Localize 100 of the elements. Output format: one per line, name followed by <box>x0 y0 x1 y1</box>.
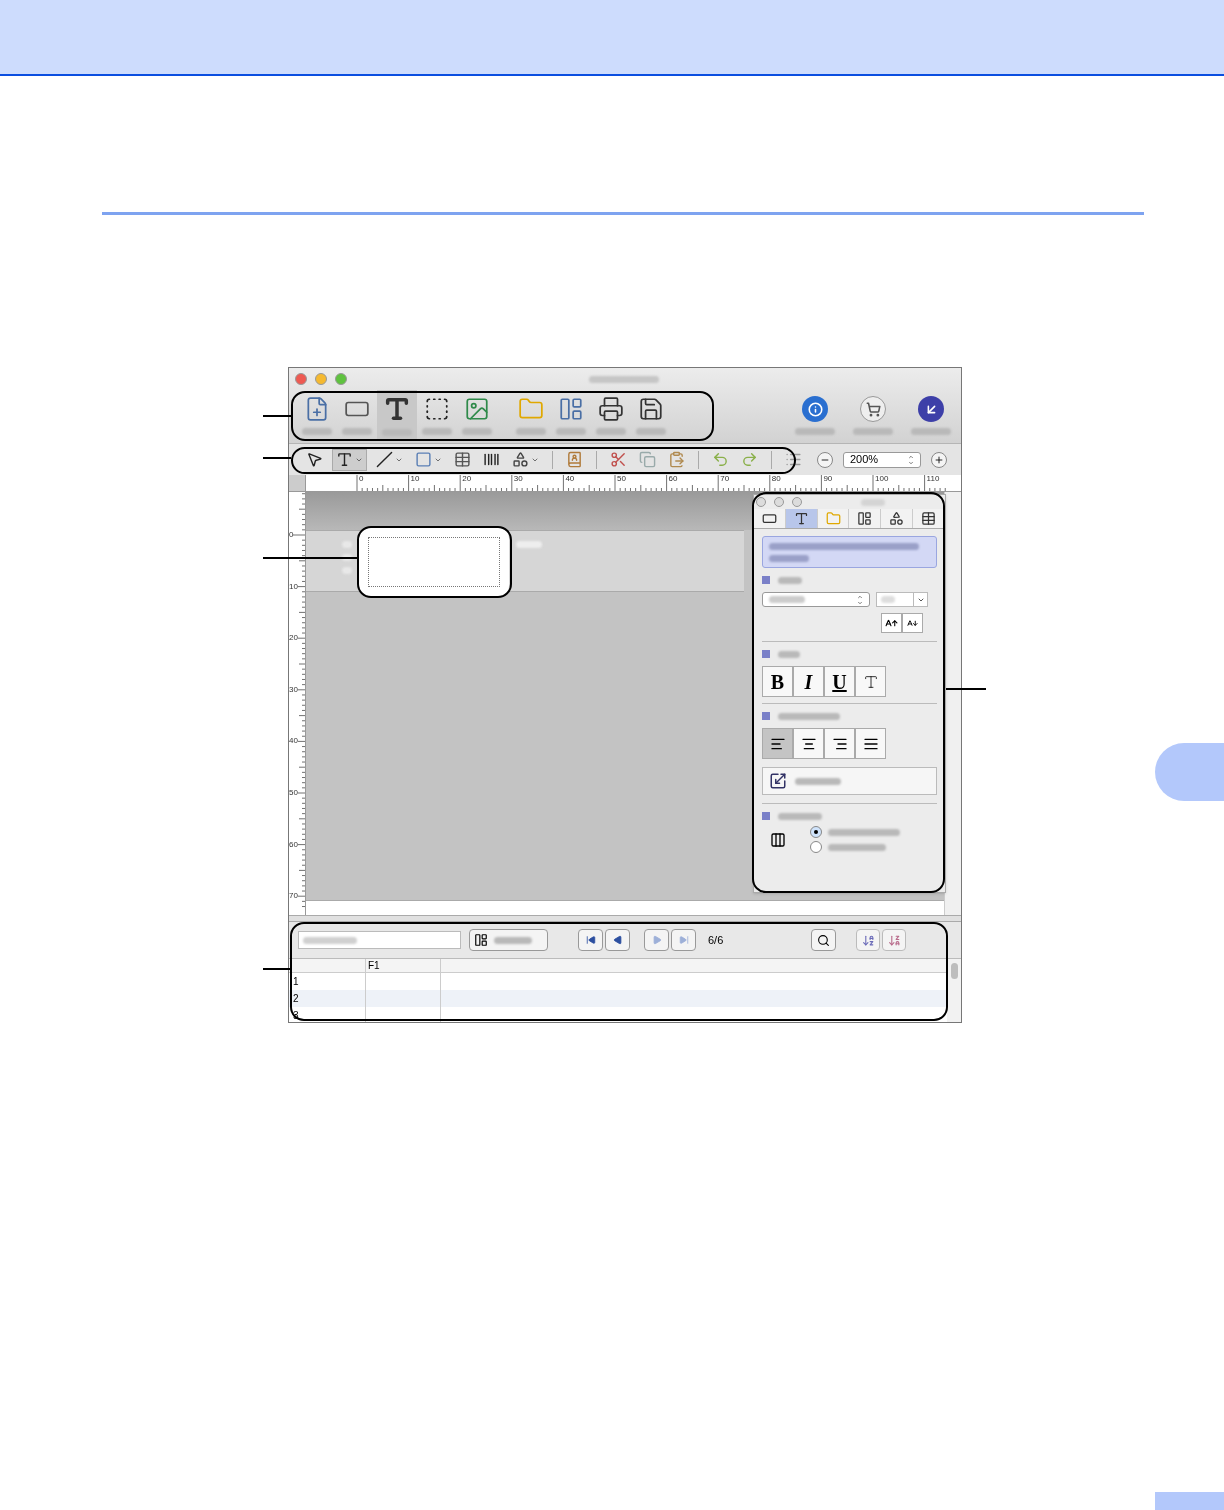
chevron-up-icon <box>857 593 863 600</box>
text-position-button[interactable] <box>793 728 824 759</box>
ruler-number: 110 <box>926 475 940 483</box>
ruler-number: 10 <box>410 475 420 483</box>
ruler-number: 0 <box>289 531 294 539</box>
sort-descending-button[interactable] <box>882 929 907 951</box>
blurred-label <box>302 428 332 435</box>
blurred-label <box>769 596 805 603</box>
blurred-label <box>828 843 886 851</box>
file-plus-icon <box>304 396 330 422</box>
list-icon <box>785 451 802 468</box>
image-icon <box>464 396 490 422</box>
record-nav-button[interactable] <box>605 929 630 951</box>
add-fields-button[interactable] <box>469 929 548 951</box>
record-nav-button[interactable] <box>578 929 603 951</box>
skip-back-icon <box>585 935 596 945</box>
text-position-button[interactable] <box>855 728 886 759</box>
ruler-number: 30 <box>289 685 298 694</box>
inspector-tab[interactable] <box>913 509 945 528</box>
blurred-label <box>778 650 800 658</box>
blurred-label <box>911 428 951 435</box>
info-icon <box>802 396 828 422</box>
ruler-number: 10 <box>289 582 298 591</box>
font-select[interactable] <box>762 592 870 607</box>
ruler-number: 50 <box>617 475 626 483</box>
column-header: F1 <box>366 959 441 972</box>
blurred-label <box>556 428 586 435</box>
blurred-label <box>778 576 802 584</box>
sort-ascending-button[interactable] <box>856 929 881 951</box>
blurred-label <box>881 596 895 603</box>
inspector-tab[interactable] <box>754 509 786 528</box>
undo-icon <box>712 451 729 468</box>
chevron-down-icon <box>908 459 914 466</box>
text-icon <box>383 395 411 423</box>
search-button[interactable] <box>811 929 837 951</box>
leader-line <box>263 968 291 970</box>
ruler-number: 40 <box>565 475 575 483</box>
text-icon <box>336 451 353 468</box>
outline-style-button[interactable] <box>855 666 886 697</box>
window-control-button[interactable] <box>295 373 307 385</box>
search-icon <box>817 933 831 947</box>
blurred-label <box>853 428 893 435</box>
zoom-out-button[interactable] <box>817 451 833 468</box>
chevron-up-icon <box>908 453 914 460</box>
radio-button[interactable] <box>810 826 822 838</box>
ruler-number: 50 <box>289 789 298 797</box>
record-count: 6/6 <box>708 932 724 948</box>
folder-icon <box>518 396 544 422</box>
file-field[interactable] <box>298 931 461 949</box>
shapes-icon <box>889 511 905 526</box>
ruler-number: 0 <box>359 475 364 483</box>
section-marker <box>762 576 770 584</box>
size-mode-button[interactable] <box>762 767 937 795</box>
blurred-label <box>778 712 840 720</box>
printer-icon <box>598 396 624 422</box>
resize-icon <box>769 772 787 790</box>
pointer-icon <box>306 451 323 468</box>
shrink-font-button[interactable] <box>902 613 923 633</box>
blurred-label <box>769 554 809 562</box>
ruler-number: 60 <box>668 475 678 483</box>
inspector-tab[interactable] <box>849 509 882 528</box>
play-back-icon <box>612 935 623 945</box>
plus-icon <box>934 454 944 465</box>
ruler-number: 20 <box>462 475 472 483</box>
ruler-number: 20 <box>289 634 298 643</box>
leader-line <box>263 457 291 459</box>
line-icon <box>376 451 393 468</box>
grow-font-button[interactable] <box>881 613 902 633</box>
blurred-label <box>516 541 542 548</box>
style-button[interactable]: I <box>793 666 824 697</box>
blurred-label <box>828 828 900 836</box>
address-book-icon <box>566 451 583 468</box>
inspector-tab[interactable] <box>881 509 914 528</box>
sort-descending-icon <box>887 933 901 947</box>
play-icon <box>651 935 662 945</box>
text-position-button[interactable] <box>762 728 793 759</box>
blurred-label <box>342 428 372 435</box>
leader-line <box>946 688 986 690</box>
toolbar-button[interactable] <box>377 390 417 441</box>
radio-button[interactable] <box>810 841 822 853</box>
square-icon <box>415 451 432 468</box>
font-smaller-icon <box>907 617 918 629</box>
blurred-label <box>795 777 841 785</box>
text-position-button[interactable] <box>824 728 855 759</box>
blurred-label <box>589 376 659 383</box>
blurred-label <box>596 428 626 435</box>
tool-button[interactable] <box>332 448 367 471</box>
zoom-select[interactable]: 200% <box>843 451 921 468</box>
sort-ascending-icon <box>861 933 875 947</box>
row-number: 3 <box>289 1007 366 1022</box>
leader-line <box>263 415 291 417</box>
layout-icon <box>558 396 584 422</box>
style-button[interactable]: B <box>762 666 793 697</box>
style-button[interactable]: U <box>824 666 855 697</box>
inspector-tab[interactable] <box>785 509 818 528</box>
blurred-label <box>462 428 492 435</box>
ruler-number: 70 <box>289 892 298 901</box>
blurred-label <box>636 428 666 435</box>
layout-icon <box>857 511 873 526</box>
zoom-in-button[interactable] <box>931 451 947 468</box>
